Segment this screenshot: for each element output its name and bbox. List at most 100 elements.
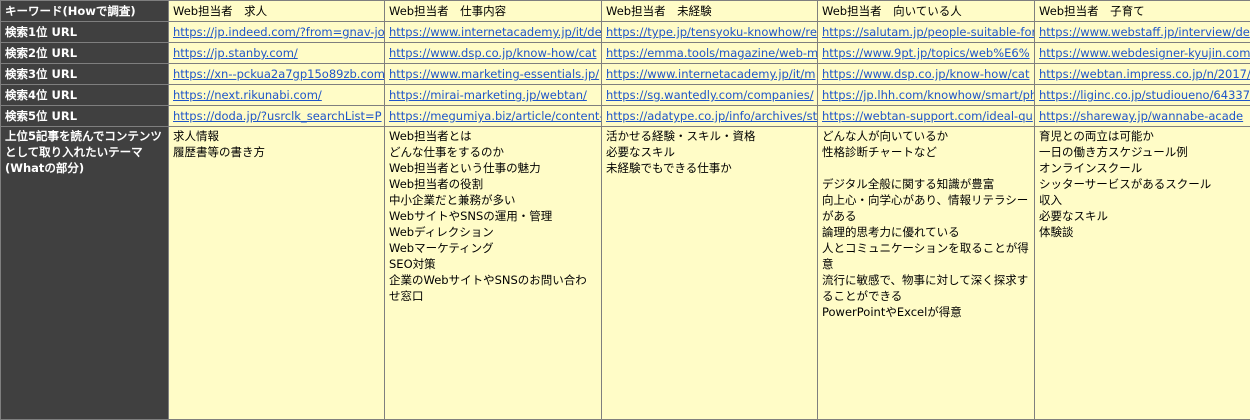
- url-link[interactable]: https://jp.lhh.com/knowhow/smart/ph: [822, 88, 1034, 102]
- url-cell[interactable]: https://www.dsp.co.jp/know-how/cat: [384, 42, 602, 64]
- url-link[interactable]: https://www.internetacademy.jp/it/de: [389, 25, 601, 39]
- url-cell[interactable]: https://webtan-support.com/ideal-qu: [817, 105, 1035, 127]
- rank-label[interactable]: 検索2位 URL: [0, 42, 169, 64]
- rank-label[interactable]: 検索1位 URL: [0, 21, 169, 43]
- theme-label[interactable]: 上位5記事を読んでコンテンツとして取り入れたいテーマ(Whatの部分): [0, 126, 169, 420]
- theme-cell[interactable]: 活かせる経験・スキル・資格 必要なスキル未経験でもできる仕事か: [601, 126, 818, 420]
- url-cell[interactable]: https://www.internetacademy.jp/it/de: [384, 21, 602, 43]
- theme-line: PowerPointやExcelが得意: [822, 305, 962, 319]
- keyword-cell[interactable]: Web担当者 向いている人: [817, 0, 1035, 22]
- theme-line: 企業のWebサイトやSNSのお問い合わせ窓口: [389, 273, 587, 303]
- theme-line: 活かせる経験・スキル・資格: [606, 129, 756, 143]
- theme-list: 求人情報 履歴書等の書き方: [173, 128, 380, 160]
- url-link[interactable]: https://salutam.jp/people-suitable-for: [822, 25, 1034, 39]
- keyword-cell[interactable]: Web担当者 子育て: [1034, 0, 1250, 22]
- theme-cell[interactable]: 求人情報 履歴書等の書き方: [168, 126, 385, 420]
- url-link[interactable]: https://www.dsp.co.jp/know-how/cat: [389, 46, 597, 60]
- url-row: 検索2位 URL https://jp.stanby.com/ https://…: [0, 42, 1250, 64]
- url-cell[interactable]: https://www.internetacademy.jp/it/m: [601, 63, 818, 85]
- keyword-cell[interactable]: Web担当者 求人: [168, 0, 385, 22]
- url-cell[interactable]: https://xn--pckua2a7gp15o89zb.com: [168, 63, 385, 85]
- url-link[interactable]: https://www.marketing-essentials.jp/: [389, 67, 599, 81]
- theme-line: どんな人が向いているか: [822, 129, 949, 143]
- url-link[interactable]: https://www.9pt.jp/topics/web%E6%: [822, 46, 1030, 60]
- url-link[interactable]: https://type.jp/tensyoku-knowhow/re: [606, 25, 817, 39]
- url-cell[interactable]: https://sg.wantedly.com/companies/: [601, 84, 818, 106]
- url-link[interactable]: https://www.webdesigner-kyujin.com: [1039, 46, 1250, 60]
- keyword-cell[interactable]: Web担当者 未経験: [601, 0, 818, 22]
- spreadsheet: キーワード(Howで調査) Web担当者 求人 Web担当者 仕事内容 Web担…: [0, 0, 1250, 420]
- url-row: 検索1位 URL https://jp.indeed.com/?from=gna…: [0, 21, 1250, 43]
- url-cell[interactable]: https://www.9pt.jp/topics/web%E6%: [817, 42, 1035, 64]
- header-label[interactable]: キーワード(Howで調査): [0, 0, 169, 22]
- url-link[interactable]: https://shareway.jp/wannabe-acade: [1039, 109, 1243, 123]
- theme-line: どんな仕事をするのか: [389, 145, 504, 159]
- url-cell[interactable]: https://www.webstaff.jp/interview/de: [1034, 21, 1250, 43]
- url-link[interactable]: https://www.internetacademy.jp/it/m: [606, 67, 815, 81]
- theme-line: Webディレクション: [389, 225, 494, 239]
- theme-row: 上位5記事を読んでコンテンツとして取り入れたいテーマ(Whatの部分) 求人情報…: [0, 126, 1250, 420]
- keyword-cell[interactable]: Web担当者 仕事内容: [384, 0, 602, 22]
- theme-line: Web担当者という仕事の魅力: [389, 161, 541, 175]
- theme-cell[interactable]: どんな人が向いているか 性格診断チャートなど デジタル全般に関する知識が豊富 向上心・…: [817, 126, 1035, 420]
- url-link[interactable]: https://megumiya.biz/article/content-: [389, 109, 601, 123]
- theme-line: 性格診断チャートなど: [822, 145, 937, 159]
- url-cell[interactable]: https://jp.stanby.com/: [168, 42, 385, 64]
- theme-line: Webマーケティング: [389, 241, 494, 255]
- url-row: 検索3位 URL https://xn--pckua2a7gp15o89zb.c…: [0, 63, 1250, 85]
- theme-list: どんな人が向いているか 性格診断チャートなど デジタル全般に関する知識が豊富 向上心・…: [822, 128, 1030, 320]
- theme-line: オンラインスクール: [1039, 161, 1143, 175]
- url-cell[interactable]: https://next.rikunabi.com/: [168, 84, 385, 106]
- url-link[interactable]: https://mirai-marketing.jp/webtan/: [389, 88, 587, 102]
- theme-line: 求人情報: [173, 129, 219, 143]
- url-link[interactable]: https://liginc.co.jp/studioueno/64337: [1039, 88, 1250, 102]
- url-link[interactable]: https://webtan.impress.co.jp/n/2017/: [1039, 67, 1250, 81]
- url-link[interactable]: https://www.dsp.co.jp/know-how/cat: [822, 67, 1030, 81]
- url-cell[interactable]: https://www.marketing-essentials.jp/: [384, 63, 602, 85]
- theme-line: 収入: [1039, 193, 1062, 207]
- url-cell[interactable]: https://www.webdesigner-kyujin.com: [1034, 42, 1250, 64]
- url-link[interactable]: https://emma.tools/magazine/web-m: [606, 46, 817, 60]
- theme-list: 育児との両立は可能か 一日の働き方スケジュール例 オンラインスクール シッターサービス…: [1039, 128, 1246, 240]
- url-cell[interactable]: https://www.dsp.co.jp/know-how/cat: [817, 63, 1035, 85]
- url-cell[interactable]: https://jp.indeed.com/?from=gnav-jo: [168, 21, 385, 43]
- rank-label[interactable]: 検索4位 URL: [0, 84, 169, 106]
- url-link[interactable]: https://sg.wantedly.com/companies/: [606, 88, 814, 102]
- theme-line: 中小企業だと兼務が多い: [389, 193, 516, 207]
- url-cell[interactable]: https://type.jp/tensyoku-knowhow/re: [601, 21, 818, 43]
- theme-line: [822, 160, 1030, 176]
- url-link[interactable]: https://next.rikunabi.com/: [173, 88, 322, 102]
- theme-line: Web担当者とは: [389, 129, 472, 143]
- header-row: キーワード(Howで調査) Web担当者 求人 Web担当者 仕事内容 Web担…: [0, 0, 1250, 22]
- url-cell[interactable]: https://emma.tools/magazine/web-m: [601, 42, 818, 64]
- url-link[interactable]: https://xn--pckua2a7gp15o89zb.com: [173, 67, 384, 81]
- url-link[interactable]: https://jp.stanby.com/: [173, 46, 298, 60]
- theme-list: 活かせる経験・スキル・資格 必要なスキル未経験でもできる仕事か: [606, 128, 813, 176]
- url-link[interactable]: https://jp.indeed.com/?from=gnav-jo: [173, 25, 384, 39]
- theme-line: 必要なスキル: [606, 145, 675, 159]
- rank-label[interactable]: 検索3位 URL: [0, 63, 169, 85]
- url-cell[interactable]: https://mirai-marketing.jp/webtan/: [384, 84, 602, 106]
- url-cell[interactable]: https://jp.lhh.com/knowhow/smart/ph: [817, 84, 1035, 106]
- url-cell[interactable]: https://webtan.impress.co.jp/n/2017/: [1034, 63, 1250, 85]
- theme-line: 必要なスキル: [1039, 209, 1108, 223]
- url-cell[interactable]: https://megumiya.biz/article/content-: [384, 105, 602, 127]
- url-cell[interactable]: https://shareway.jp/wannabe-acade: [1034, 105, 1250, 127]
- url-link[interactable]: https://doda.jp/?usrclk_searchList=P: [173, 109, 382, 123]
- theme-line: 体験談: [1039, 225, 1074, 239]
- url-cell[interactable]: https://adatype.co.jp/info/archives/st: [601, 105, 818, 127]
- url-cell[interactable]: https://liginc.co.jp/studioueno/64337: [1034, 84, 1250, 106]
- url-cell[interactable]: https://doda.jp/?usrclk_searchList=P: [168, 105, 385, 127]
- theme-line: Web担当者の役割: [389, 177, 484, 191]
- theme-line: 未経験でもできる仕事か: [606, 161, 732, 175]
- theme-line: 流行に敏感で、物事に対して深く探求することができる: [822, 273, 1029, 303]
- url-link[interactable]: https://adatype.co.jp/info/archives/st: [606, 109, 817, 123]
- url-link[interactable]: https://webtan-support.com/ideal-qu: [822, 109, 1033, 123]
- url-link[interactable]: https://www.webstaff.jp/interview/de: [1039, 25, 1250, 39]
- url-cell[interactable]: https://salutam.jp/people-suitable-for: [817, 21, 1035, 43]
- theme-line: 育児との両立は可能か: [1039, 129, 1154, 143]
- theme-cell[interactable]: 育児との両立は可能か 一日の働き方スケジュール例 オンラインスクール シッターサービス…: [1034, 126, 1250, 420]
- theme-cell[interactable]: Web担当者とはどんな仕事をするのか Web担当者という仕事の魅力 Web担当者の役…: [384, 126, 602, 420]
- url-row: 検索4位 URL https://next.rikunabi.com/ http…: [0, 84, 1250, 106]
- rank-label[interactable]: 検索5位 URL: [0, 105, 169, 127]
